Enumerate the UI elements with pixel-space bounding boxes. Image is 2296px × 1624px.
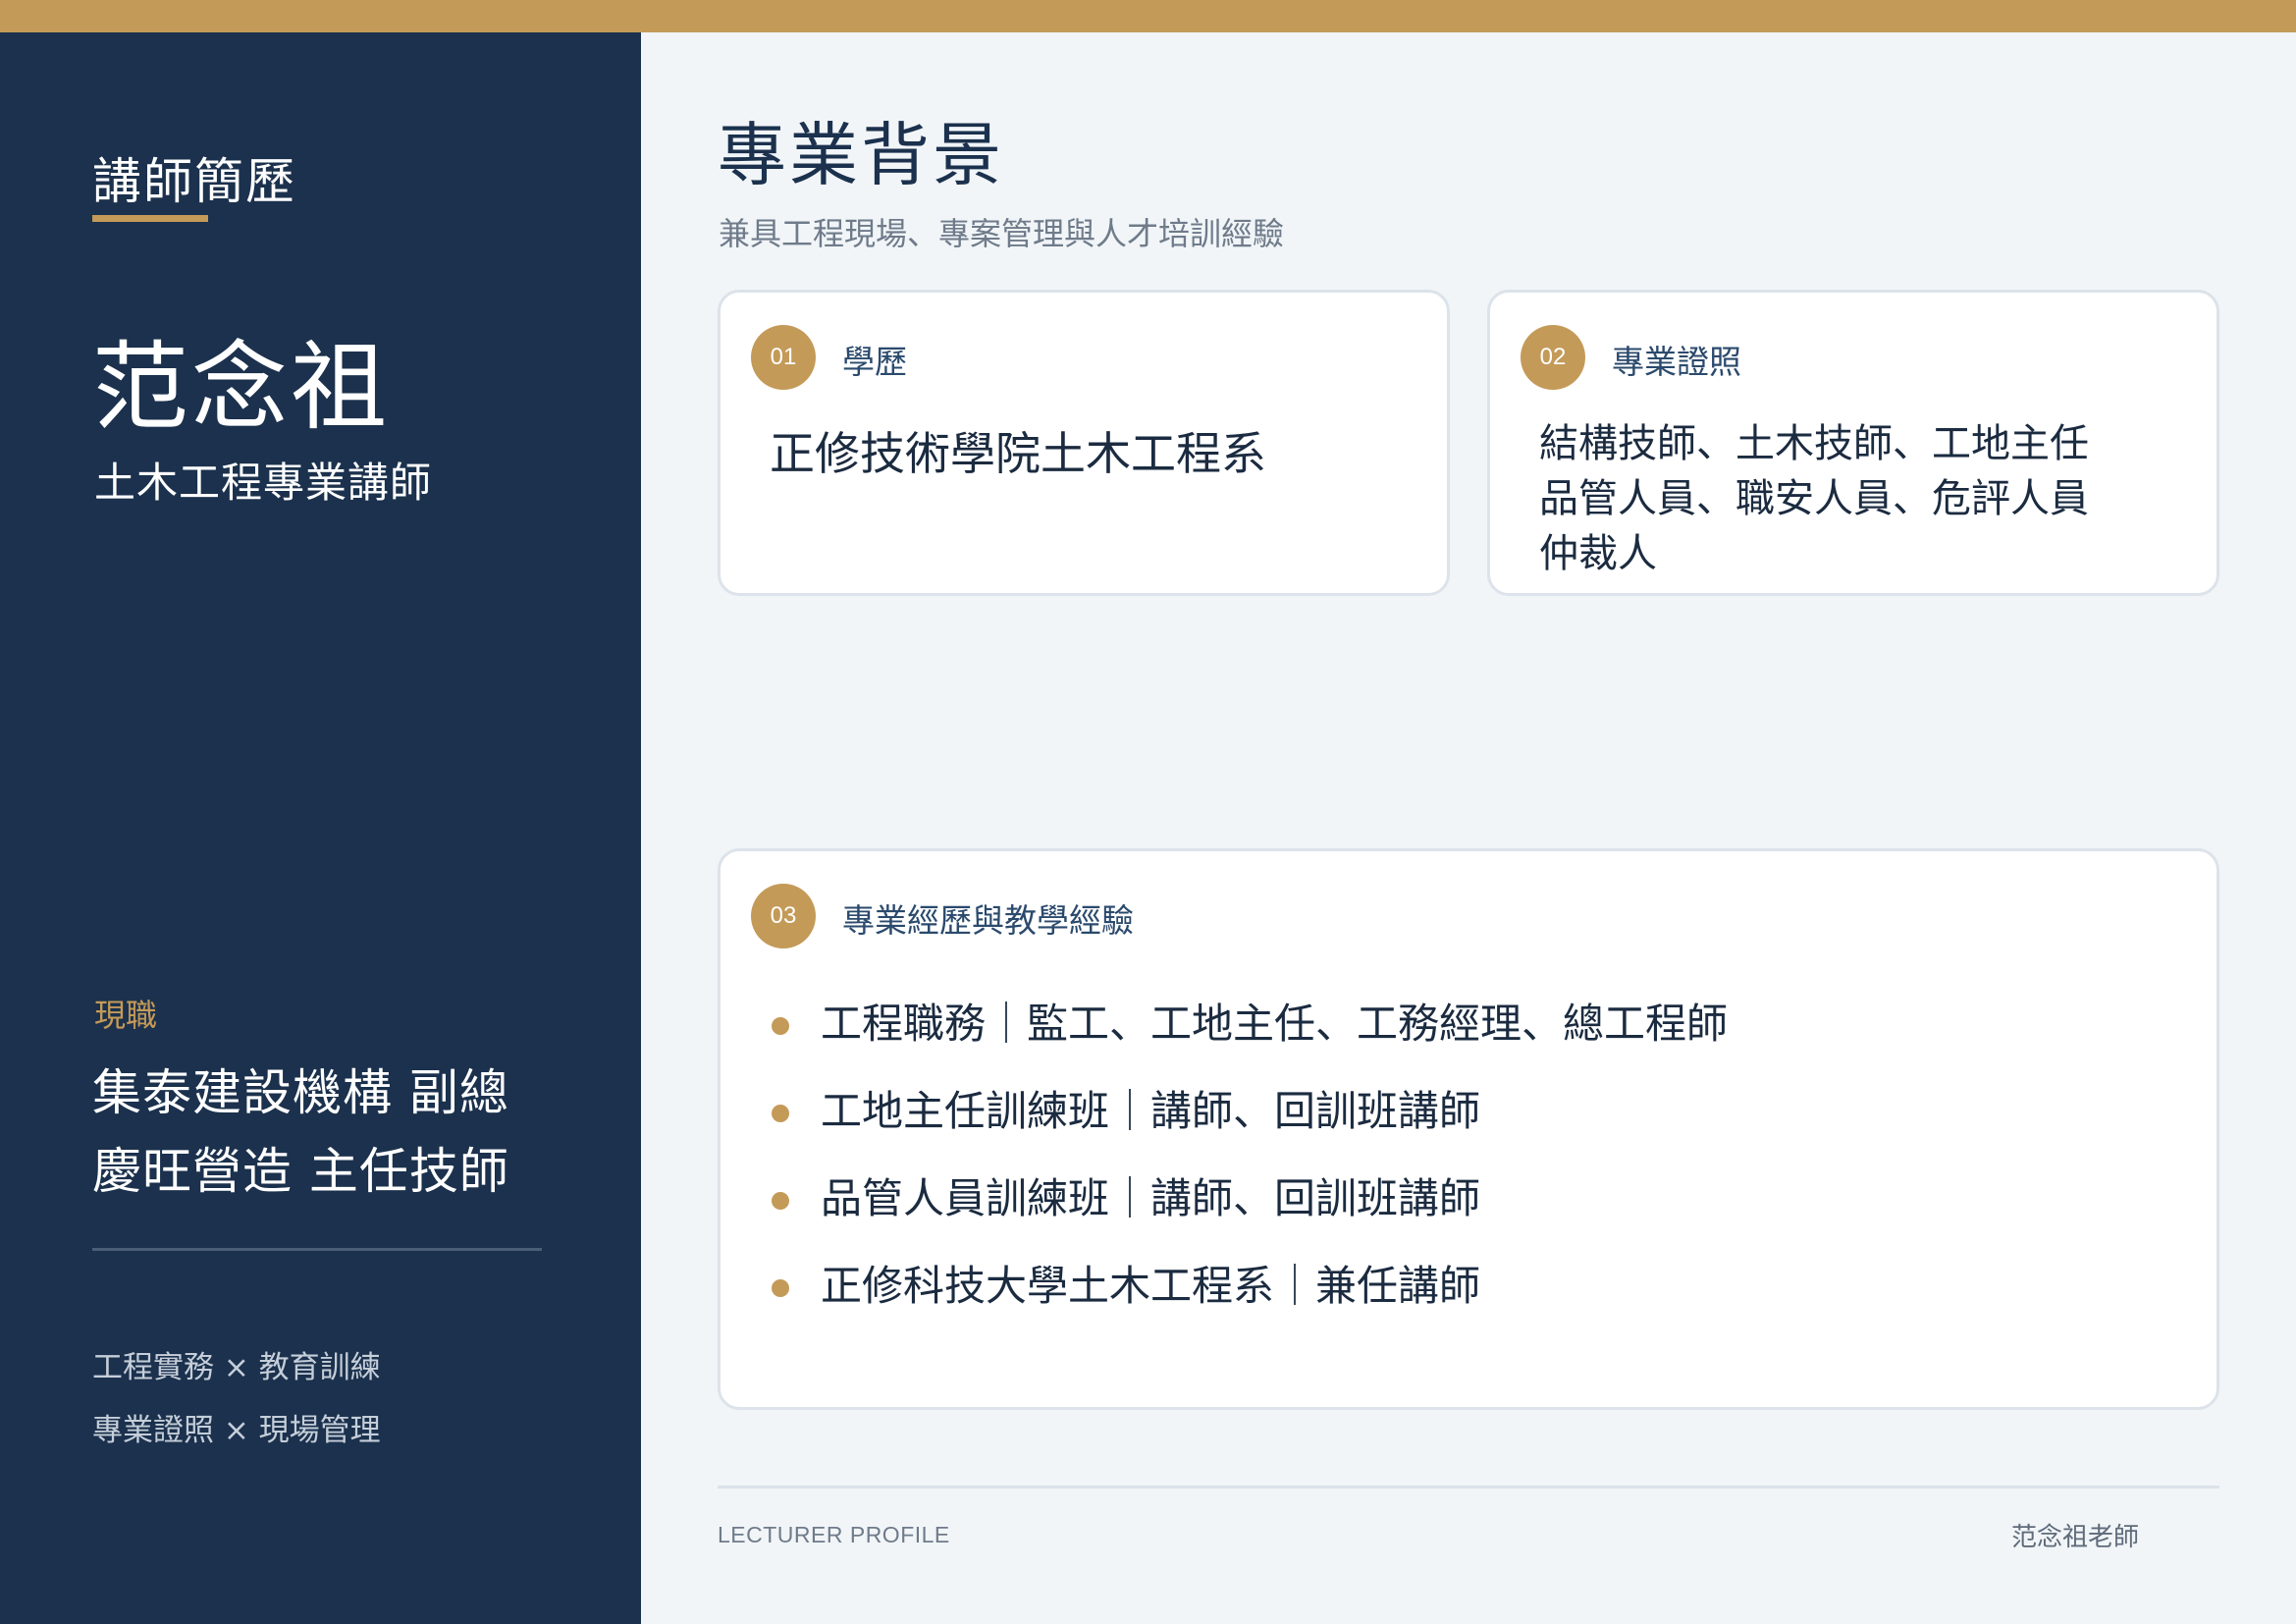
current-positions: 集泰建設機構 副總 慶旺營造 主任技師 bbox=[92, 1054, 603, 1211]
lecturer-title: 土木工程專業講師 bbox=[94, 459, 433, 507]
current-position: 集泰建設機構 副總 bbox=[92, 1064, 509, 1121]
certification-line: 品管人員、職安人員、危評人員 bbox=[1539, 476, 2089, 521]
bullet-dot-icon bbox=[772, 1279, 789, 1297]
card-number-badge: 01 bbox=[751, 325, 816, 390]
education-card: 01 學歷 正修技術學院土木工程系 bbox=[718, 290, 1450, 596]
footer-name: 范念祖老師 bbox=[2011, 1523, 2140, 1552]
list-item: 工地主任訓練班｜講師、回訓班講師 bbox=[772, 1084, 1728, 1171]
education-text: 正修技術學院土木工程系 bbox=[770, 427, 1266, 480]
sidebar-divider bbox=[92, 1248, 542, 1251]
experience-text: 工程職務｜監工、工地主任、工務經理、總工程師 bbox=[821, 1000, 1729, 1048]
page-title: 專業背景 bbox=[718, 115, 1004, 195]
footer-label: LECTURER PROFILE bbox=[718, 1522, 950, 1547]
card-label: 專業經歷與教學經驗 bbox=[842, 901, 1134, 940]
current-position-label: 現職 bbox=[94, 997, 158, 1034]
sidebar-tag: 工程實務 × 教育訓練 bbox=[92, 1350, 381, 1385]
experience-text: 正修科技大學土木工程系｜兼任講師 bbox=[821, 1262, 1481, 1310]
experience-list: 工程職務｜監工、工地主任、工務經理、總工程師 工地主任訓練班｜講師、回訓班講師 … bbox=[772, 997, 1728, 1346]
sidebar-tags: 工程實務 × 教育訓練 專業證照 × 現場管理 bbox=[92, 1336, 381, 1462]
experience-text: 品管人員訓練班｜講師、回訓班講師 bbox=[821, 1174, 1481, 1222]
list-item: 工程職務｜監工、工地主任、工務經理、總工程師 bbox=[772, 997, 1728, 1084]
certification-card: 02 專業證照 結構技師、土木技師、工地主任 品管人員、職安人員、危評人員 仲裁… bbox=[1487, 290, 2219, 596]
bullet-dot-icon bbox=[772, 1105, 789, 1122]
experience-card: 03 專業經歷與教學經驗 工程職務｜監工、工地主任、工務經理、總工程師 工地主任… bbox=[718, 848, 2219, 1410]
footer-divider bbox=[718, 1486, 2219, 1489]
list-item: 正修科技大學土木工程系｜兼任講師 bbox=[772, 1259, 1728, 1346]
certification-line: 結構技師、土木技師、工地主任 bbox=[1539, 421, 2089, 466]
experience-text: 工地主任訓練班｜講師、回訓班講師 bbox=[821, 1087, 1481, 1135]
current-position: 慶旺營造 主任技師 bbox=[92, 1143, 509, 1200]
sidebar-header-underline bbox=[92, 215, 208, 222]
page-subtitle: 兼具工程現場、專案管理與人才培訓經驗 bbox=[719, 215, 1285, 252]
sidebar: 講師簡歷 范念祖 土木工程專業講師 現職 集泰建設機構 副總 慶旺營造 主任技師… bbox=[0, 32, 641, 1624]
card-label: 專業證照 bbox=[1612, 343, 1741, 381]
bullet-dot-icon bbox=[772, 1017, 789, 1035]
card-number-badge: 03 bbox=[751, 884, 816, 948]
card-label: 學歷 bbox=[842, 343, 907, 381]
top-accent-bar bbox=[0, 0, 2296, 32]
certification-line: 仲裁人 bbox=[1539, 531, 1657, 576]
sidebar-header: 講師簡歷 bbox=[92, 153, 296, 210]
list-item: 品管人員訓練班｜講師、回訓班講師 bbox=[772, 1171, 1728, 1259]
sidebar-tag: 專業證照 × 現場管理 bbox=[92, 1413, 381, 1448]
card-number-badge: 02 bbox=[1521, 325, 1585, 390]
bullet-dot-icon bbox=[772, 1192, 789, 1210]
certification-list: 結構技師、土木技師、工地主任 品管人員、職安人員、危評人員 仲裁人 bbox=[1539, 416, 2089, 581]
lecturer-name: 范念祖 bbox=[92, 332, 391, 444]
